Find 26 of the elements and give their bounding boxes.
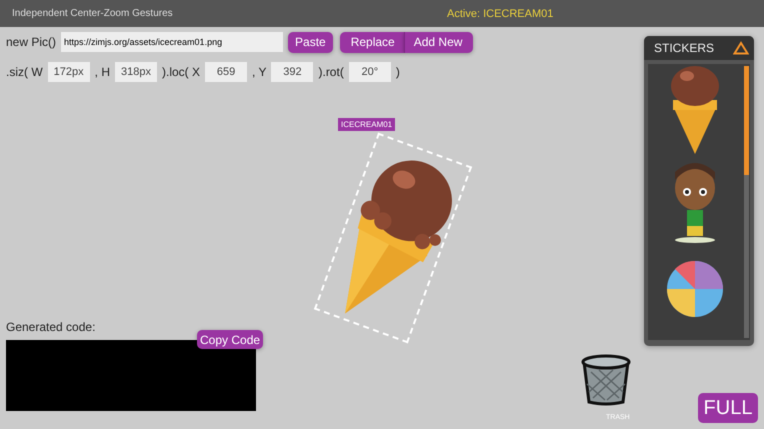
url-field[interactable]: https://zimjs.org/assets/icecream01.png <box>61 32 284 52</box>
generated-code-label: Generated code: <box>6 320 96 334</box>
scrollbar[interactable] <box>744 66 749 338</box>
transform-label: , Y <box>252 65 266 79</box>
transform-label: .siz( W <box>6 65 43 79</box>
trash-can-icon[interactable] <box>579 354 633 406</box>
selection-label: ICECREAM01 <box>338 118 396 131</box>
transform-field[interactable]: 172px <box>48 62 90 82</box>
full-button[interactable]: FULL <box>698 393 758 423</box>
replace-button[interactable]: Replace <box>340 32 404 52</box>
active-item-label: Active: ICECREAM01 <box>447 8 554 20</box>
new-pic-label: new Pic() <box>6 35 56 49</box>
closing-paren: ) <box>396 65 400 79</box>
transform-field[interactable]: 392 <box>271 62 314 82</box>
transform-field[interactable]: 20° <box>348 62 391 82</box>
triangle-icon[interactable] <box>733 41 749 55</box>
paste-button[interactable]: Paste <box>288 32 333 52</box>
transform-label: ).loc( X <box>162 65 200 79</box>
copy-code-button[interactable]: Copy Code <box>197 330 264 349</box>
app-title: Independent Center-Zoom Gestures <box>12 8 174 19</box>
transform-label: ).rot( <box>318 65 344 79</box>
transform-field[interactable]: 659 <box>205 62 248 82</box>
add-new-button[interactable]: Add New <box>404 32 474 52</box>
transform-field[interactable]: 318px <box>115 62 157 82</box>
transform-label: , H <box>94 65 110 79</box>
stickers-title: STICKERS <box>654 41 714 55</box>
